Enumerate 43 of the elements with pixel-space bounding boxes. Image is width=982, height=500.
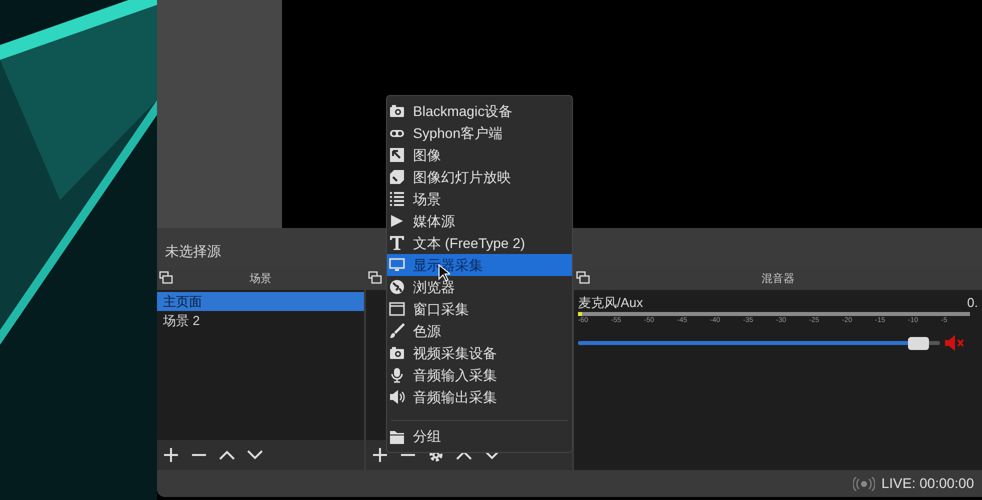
brush-icon (389, 323, 405, 339)
channel-name: 麦克风/Aux (578, 294, 644, 312)
list-icon (389, 191, 405, 207)
slideshow-icon (389, 169, 405, 185)
live-timer: LIVE: 00:00:00 (881, 474, 974, 493)
menu-item[interactable]: 文本 (FreeType 2) (387, 232, 572, 254)
menu-item[interactable]: 色源 (387, 320, 572, 342)
menu-item[interactable]: Syphon客户端 (387, 122, 572, 144)
menu-item[interactable]: 媒体源 (387, 210, 572, 232)
menu-item[interactable]: 分组 (387, 426, 572, 448)
source-status-label: 未选择源 (165, 242, 221, 260)
microphone-icon (389, 367, 405, 383)
broadcast-icon (853, 476, 876, 490)
dock-float-icon[interactable] (576, 271, 590, 284)
volume-slider[interactable] (578, 336, 940, 350)
menu-item[interactable]: 图像幻灯片放映 (387, 166, 572, 188)
menu-item[interactable]: 窗口采集 (387, 298, 572, 320)
menu-item[interactable]: 音频输入采集 (387, 364, 572, 386)
image-icon (389, 147, 405, 163)
camera-icon (389, 103, 405, 119)
menu-item[interactable]: Blackmagic设备 (387, 100, 572, 122)
camera-icon (389, 345, 405, 361)
muted-speaker-icon[interactable] (944, 334, 964, 352)
volume-reading: 0. (967, 294, 978, 312)
add-icon[interactable] (163, 447, 179, 463)
menu-item[interactable]: 图像 (387, 144, 572, 166)
dock-float-icon[interactable] (159, 271, 173, 284)
dock-title: 场景 (249, 272, 272, 287)
menu-item[interactable]: 场景 (387, 188, 572, 210)
speaker-icon (389, 389, 405, 405)
scene-item[interactable]: 主页面 (157, 292, 364, 311)
dock-float-icon[interactable] (368, 271, 382, 284)
menu-item[interactable]: 浏览器 (387, 276, 572, 298)
slider-thumb[interactable] (908, 336, 930, 350)
dock-title: 混音器 (762, 272, 794, 287)
menu-item[interactable]: 音频输出采集 (387, 386, 572, 408)
add-icon[interactable] (372, 447, 388, 463)
window-icon (389, 301, 405, 317)
folder-icon (389, 428, 405, 445)
text-icon (389, 235, 405, 251)
menu-item[interactable]: 视频采集设备 (387, 342, 572, 364)
monitor-icon (389, 257, 405, 273)
scene-item[interactable]: 场景 2 (157, 311, 364, 330)
